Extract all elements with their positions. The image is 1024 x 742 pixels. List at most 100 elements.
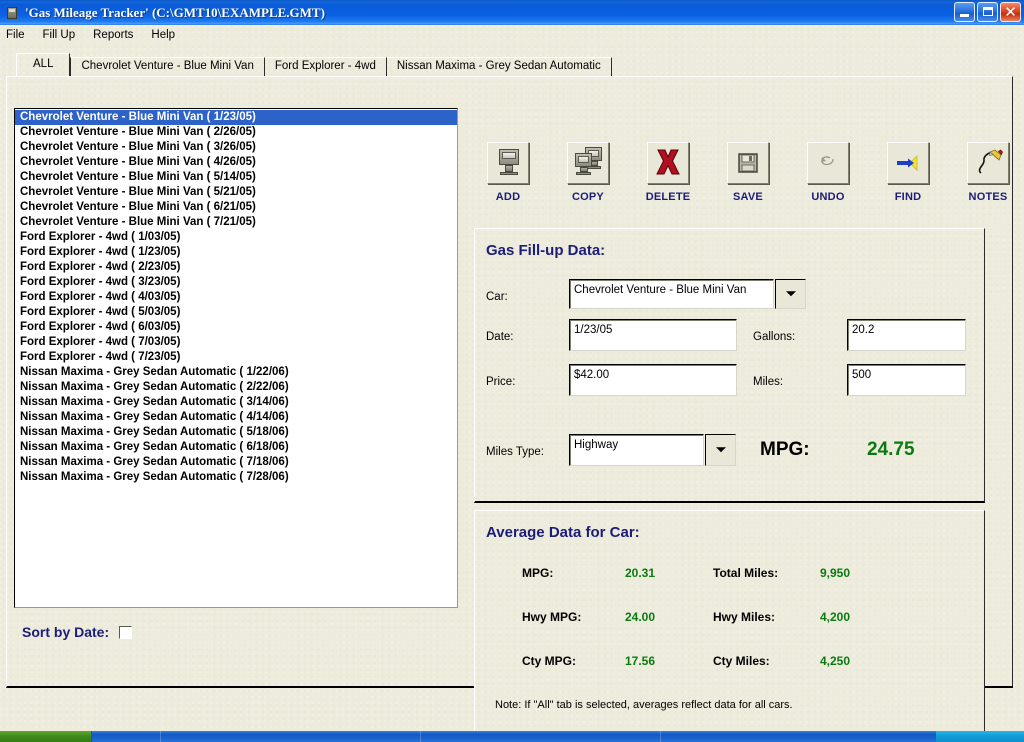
- cty-miles-value: 4,250: [820, 654, 850, 668]
- miles-type-dropdown-button[interactable]: [705, 434, 736, 466]
- sort-by-date-label: Sort by Date:: [22, 624, 109, 640]
- price-input[interactable]: $42.00: [569, 364, 737, 396]
- menu-item-reports[interactable]: Reports: [93, 28, 142, 42]
- maximize-button[interactable]: [977, 2, 998, 22]
- car-combo[interactable]: Chevrolet Venture - Blue Mini Van: [569, 279, 710, 309]
- gallons-label: Gallons:: [753, 331, 795, 343]
- sort-by-date-checkbox[interactable]: [119, 626, 132, 639]
- tab-all[interactable]: ALL: [16, 53, 70, 76]
- find-button-label: FIND: [895, 191, 921, 203]
- hwy-miles-label: Hwy Miles:: [713, 610, 775, 624]
- system-tray[interactable]: [936, 731, 1024, 742]
- cty-miles-label: Cty Miles:: [713, 654, 770, 668]
- list-item[interactable]: Nissan Maxima - Grey Sedan Automatic ( 2…: [15, 380, 457, 395]
- undo-button[interactable]: UNDO: [798, 142, 858, 203]
- list-item[interactable]: Chevrolet Venture - Blue Mini Van ( 1/23…: [15, 110, 457, 125]
- sort-by-date-row: Sort by Date:: [22, 624, 132, 640]
- pencil-icon: [967, 142, 1009, 184]
- avg-mpg-value: 20.31: [625, 566, 655, 580]
- window-title: 'Gas Mileage Tracker' (C:\GMT10\EXAMPLE.…: [25, 5, 325, 21]
- list-item[interactable]: Chevrolet Venture - Blue Mini Van ( 5/14…: [15, 170, 457, 185]
- notes-button[interactable]: NOTES: [958, 142, 1018, 203]
- menu-item-fill-up[interactable]: Fill Up: [43, 28, 85, 42]
- tab-ford-explorer[interactable]: Ford Explorer - 4wd: [264, 57, 386, 76]
- average-data-group: Average Data for Car: MPG: 20.31 Total M…: [474, 510, 985, 734]
- undo-button-label: UNDO: [811, 191, 844, 203]
- menu-item-help[interactable]: Help: [151, 28, 184, 42]
- list-item[interactable]: Ford Explorer - 4wd ( 2/23/05): [15, 260, 457, 275]
- average-data-note: Note: If "All" tab is selected, averages…: [495, 699, 793, 711]
- list-item[interactable]: Chevrolet Venture - Blue Mini Van ( 6/21…: [15, 200, 457, 215]
- list-item[interactable]: Chevrolet Venture - Blue Mini Van ( 5/21…: [15, 185, 457, 200]
- close-button[interactable]: ✕: [1000, 2, 1021, 22]
- list-item[interactable]: Chevrolet Venture - Blue Mini Van ( 4/26…: [15, 155, 457, 170]
- add-button[interactable]: ADD: [478, 142, 538, 203]
- miles-type-combo[interactable]: Highway: [569, 434, 709, 466]
- list-item[interactable]: Chevrolet Venture - Blue Mini Van ( 3/26…: [15, 140, 457, 155]
- tab-strip: ALL Chevrolet Venture - Blue Mini Van Fo…: [16, 54, 612, 76]
- fillup-list[interactable]: Chevrolet Venture - Blue Mini Van ( 1/23…: [14, 108, 458, 608]
- miles-input[interactable]: 500: [847, 364, 966, 396]
- total-miles-value: 9,950: [820, 566, 850, 580]
- list-item[interactable]: Nissan Maxima - Grey Sedan Automatic ( 6…: [15, 440, 457, 455]
- save-button-label: SAVE: [733, 191, 763, 203]
- start-button[interactable]: [0, 731, 92, 742]
- hwy-miles-value: 4,200: [820, 610, 850, 624]
- avg-mpg-label: MPG:: [522, 566, 553, 580]
- toolbar: ADD COPY DELETE: [478, 142, 1018, 203]
- gallons-input[interactable]: 20.2: [847, 319, 966, 351]
- client-area: ALL Chevrolet Venture - Blue Mini Van Fo…: [0, 44, 1024, 722]
- list-item[interactable]: Ford Explorer - 4wd ( 7/23/05): [15, 350, 457, 365]
- miles-label: Miles:: [753, 376, 783, 388]
- miles-type-input[interactable]: Highway: [569, 434, 704, 466]
- tab-chevrolet-venture[interactable]: Chevrolet Venture - Blue Mini Van: [70, 57, 263, 76]
- menu-bar: File Fill Up Reports Help: [0, 25, 1024, 44]
- list-item[interactable]: Ford Explorer - 4wd ( 6/03/05): [15, 320, 457, 335]
- list-item[interactable]: Nissan Maxima - Grey Sedan Automatic ( 7…: [15, 455, 457, 470]
- list-item[interactable]: Chevrolet Venture - Blue Mini Van ( 2/26…: [15, 125, 457, 140]
- monitor-add-icon: [487, 142, 529, 184]
- delete-button[interactable]: DELETE: [638, 142, 698, 203]
- notes-button-label: NOTES: [969, 191, 1008, 203]
- window-controls: ✕: [954, 2, 1021, 22]
- cty-mpg-label: Cty MPG:: [522, 654, 576, 668]
- date-label: Date:: [486, 331, 514, 343]
- hwy-mpg-label: Hwy MPG:: [522, 610, 581, 624]
- list-item[interactable]: Ford Explorer - 4wd ( 4/03/05): [15, 290, 457, 305]
- list-item[interactable]: Nissan Maxima - Grey Sedan Automatic ( 4…: [15, 410, 457, 425]
- list-item[interactable]: Nissan Maxima - Grey Sedan Automatic ( 7…: [15, 470, 457, 485]
- delete-button-label: DELETE: [646, 191, 691, 203]
- document-icon: [4, 5, 20, 21]
- cty-mpg-value: 17.56: [625, 654, 655, 668]
- tab-nissan-maxima[interactable]: Nissan Maxima - Grey Sedan Automatic: [386, 57, 612, 76]
- copy-button-label: COPY: [572, 191, 604, 203]
- floppy-disk-icon: [727, 142, 769, 184]
- mpg-label: MPG:: [760, 439, 810, 461]
- list-item[interactable]: Nissan Maxima - Grey Sedan Automatic ( 5…: [15, 425, 457, 440]
- price-label: Price:: [486, 376, 515, 388]
- chevron-down-icon: [786, 291, 796, 296]
- application-window: 'Gas Mileage Tracker' (C:\GMT10\EXAMPLE.…: [0, 0, 1024, 742]
- list-item[interactable]: Chevrolet Venture - Blue Mini Van ( 7/21…: [15, 215, 457, 230]
- list-item[interactable]: Ford Explorer - 4wd ( 3/23/05): [15, 275, 457, 290]
- copy-button[interactable]: COPY: [558, 142, 618, 203]
- hwy-mpg-value: 24.00: [625, 610, 655, 624]
- gas-fillup-data-group: Gas Fill-up Data: Car: Chevrolet Venture…: [474, 228, 985, 503]
- minimize-button[interactable]: [954, 2, 975, 22]
- car-dropdown-button[interactable]: [775, 279, 806, 309]
- menu-item-file[interactable]: File: [6, 28, 34, 42]
- list-item[interactable]: Nissan Maxima - Grey Sedan Automatic ( 3…: [15, 395, 457, 410]
- car-input[interactable]: Chevrolet Venture - Blue Mini Van: [569, 279, 774, 309]
- gas-fillup-data-title: Gas Fill-up Data:: [486, 242, 605, 259]
- date-input[interactable]: 1/23/05: [569, 319, 737, 351]
- list-item[interactable]: Ford Explorer - 4wd ( 1/23/05): [15, 245, 457, 260]
- chevron-down-icon: [716, 447, 726, 452]
- list-item[interactable]: Ford Explorer - 4wd ( 1/03/05): [15, 230, 457, 245]
- list-item[interactable]: Nissan Maxima - Grey Sedan Automatic ( 1…: [15, 365, 457, 380]
- undo-arrow-icon: [807, 142, 849, 184]
- save-button[interactable]: SAVE: [718, 142, 778, 203]
- list-item[interactable]: Ford Explorer - 4wd ( 5/03/05): [15, 305, 457, 320]
- list-item[interactable]: Ford Explorer - 4wd ( 7/03/05): [15, 335, 457, 350]
- title-bar: 'Gas Mileage Tracker' (C:\GMT10\EXAMPLE.…: [0, 0, 1024, 25]
- find-button[interactable]: FIND: [878, 142, 938, 203]
